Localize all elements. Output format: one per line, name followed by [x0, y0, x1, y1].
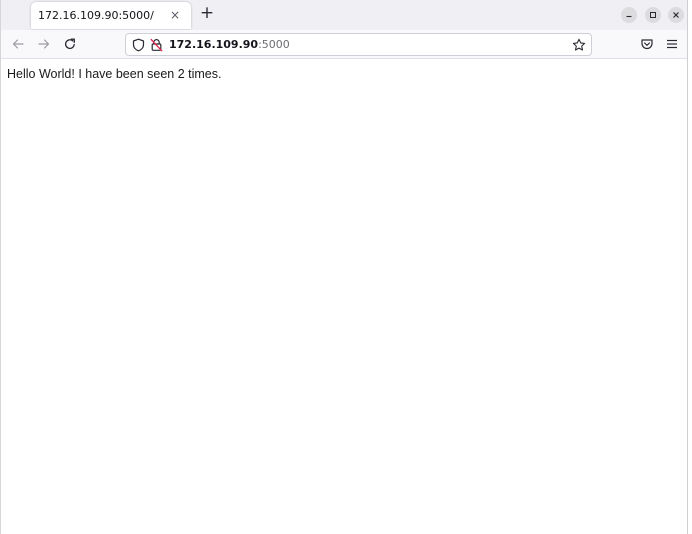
- reload-button[interactable]: [62, 36, 78, 52]
- url-text[interactable]: 172.16.109.90:5000: [169, 37, 290, 52]
- minimize-icon: [626, 15, 632, 18]
- tab-strip: 172.16.109.90:5000/ × +: [1, 0, 687, 30]
- url-bar[interactable]: 172.16.109.90:5000: [125, 33, 592, 56]
- close-window-button[interactable]: [668, 7, 684, 23]
- tab-close-icon[interactable]: ×: [167, 7, 183, 23]
- forward-arrow-icon: [38, 39, 50, 49]
- back-button[interactable]: [10, 36, 26, 52]
- bookmark-star-icon: [572, 38, 586, 51]
- hamburger-menu-icon: [667, 39, 677, 49]
- tracking-protection-button[interactable]: [130, 37, 146, 53]
- tab-active[interactable]: 172.16.109.90:5000/ ×: [31, 2, 191, 29]
- pocket-icon: [641, 39, 653, 50]
- bookmark-button[interactable]: [571, 37, 587, 53]
- tracking-protection-shield-icon: [132, 38, 144, 52]
- tab-title: 172.16.109.90:5000/: [38, 9, 154, 22]
- new-tab-button[interactable]: +: [198, 5, 216, 23]
- page-body-text: Hello World! I have been seen 2 times.: [7, 67, 222, 81]
- navigation-toolbar: 172.16.109.90:5000: [1, 30, 687, 59]
- back-arrow-icon: [12, 39, 24, 49]
- close-icon: [673, 12, 679, 18]
- url-port: :5000: [258, 38, 290, 51]
- app-menu-button[interactable]: [664, 36, 680, 52]
- maximize-icon: [650, 12, 656, 18]
- browser-window: 172.16.109.90:5000/ × + 172.16.109.90:50…: [0, 0, 688, 534]
- url-host: 172.16.109.90: [169, 38, 259, 51]
- connection-info-button[interactable]: [148, 37, 164, 53]
- forward-button[interactable]: [36, 36, 52, 52]
- insecure-lock-icon: [150, 38, 162, 52]
- minimize-button[interactable]: [621, 7, 637, 23]
- page-content: Hello World! I have been seen 2 times.: [1, 60, 687, 534]
- pocket-button[interactable]: [639, 36, 655, 52]
- maximize-button[interactable]: [645, 7, 661, 23]
- reload-icon: [64, 38, 75, 50]
